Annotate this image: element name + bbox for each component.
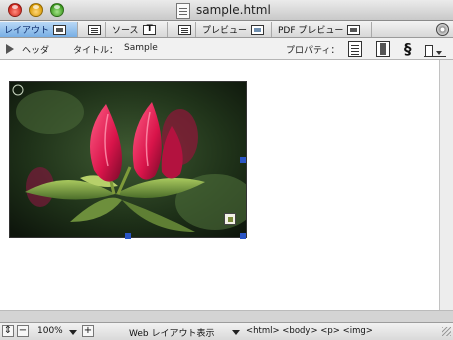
title-bar: sample.html: [0, 0, 453, 21]
mode-tab-bar: レイアウト ソース プレビュー PDF プレビュー: [0, 21, 453, 38]
preview-icon: [251, 24, 265, 35]
resize-grip-icon[interactable]: [442, 327, 451, 336]
tab-source[interactable]: ソース: [108, 22, 168, 37]
gear-icon[interactable]: [436, 23, 449, 36]
tab-table[interactable]: [80, 22, 106, 37]
page-properties-icon[interactable]: [348, 41, 362, 57]
tab-pdf-preview-label: PDF プレビュー: [278, 26, 344, 36]
horizontal-scrollbar[interactable]: [0, 310, 453, 322]
info-bar: ヘッダ タイトル： Sample プロパティ： §: [0, 38, 453, 60]
resize-handle-right[interactable]: [240, 157, 246, 163]
resize-handle-bottom[interactable]: [125, 233, 131, 239]
alignment-menu-icon[interactable]: [424, 41, 446, 57]
tab-preview[interactable]: プレビュー: [198, 22, 272, 37]
window-title: sample.html: [196, 3, 271, 17]
list-icon: [178, 24, 191, 35]
image-edit-icon[interactable]: [224, 213, 236, 225]
tag-breadcrumb[interactable]: <html> <body> <p> <img>: [246, 326, 373, 336]
scroll-stepper-icon[interactable]: ⇕: [2, 325, 14, 337]
tab-source-label: ソース: [112, 26, 139, 36]
resize-handle-corner[interactable]: [240, 233, 246, 239]
layout-icon: [53, 24, 67, 35]
table-icon: [88, 24, 101, 35]
close-window-button[interactable]: [8, 3, 22, 17]
zoom-window-button[interactable]: [50, 3, 64, 17]
title-label: タイトル：: [73, 46, 119, 56]
tab-preview-label: プレビュー: [202, 26, 248, 36]
vertical-scrollbar[interactable]: [440, 60, 453, 322]
status-bar: ⇕ − 100% + Web レイアウト表示 <html> <body> <p>…: [0, 322, 453, 340]
minimize-window-button[interactable]: [29, 3, 43, 17]
title-value[interactable]: Sample: [124, 43, 158, 53]
view-mode-dropdown-icon[interactable]: [232, 330, 240, 335]
zoom-in-button[interactable]: +: [82, 325, 94, 337]
zoom-out-button[interactable]: −: [17, 325, 29, 337]
view-mode-select[interactable]: Web レイアウト表示: [129, 326, 214, 339]
text-icon: [142, 24, 156, 35]
disclosure-triangle-icon[interactable]: [6, 44, 14, 54]
properties-label: プロパティ：: [286, 46, 340, 56]
tab-layout-label: レイアウト: [4, 26, 50, 36]
head-label[interactable]: ヘッダ: [22, 43, 49, 56]
flower-photo-graphic: [10, 82, 246, 237]
flower-image[interactable]: [9, 81, 247, 238]
pdf-icon: [347, 24, 361, 35]
tab-layout[interactable]: レイアウト: [0, 22, 78, 37]
tab-list[interactable]: [170, 22, 196, 37]
zoom-value[interactable]: 100%: [37, 326, 63, 336]
document-icon: [176, 3, 190, 19]
media-icon[interactable]: [376, 41, 390, 57]
zoom-dropdown-icon[interactable]: [69, 330, 77, 335]
tab-pdf-preview[interactable]: PDF プレビュー: [274, 22, 372, 37]
link-icon[interactable]: §: [404, 41, 418, 57]
